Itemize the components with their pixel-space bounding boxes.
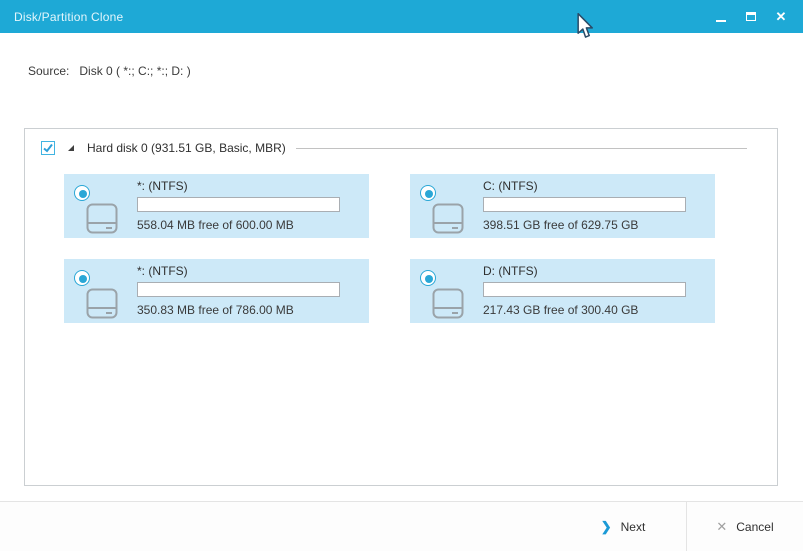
partition-radio[interactable]: [420, 185, 436, 201]
usage-bar: [137, 282, 340, 297]
next-button-label: Next: [621, 520, 646, 534]
close-icon: ✕: [776, 10, 787, 23]
maximize-button[interactable]: [739, 5, 763, 29]
partition-radio[interactable]: [420, 270, 436, 286]
partition-label: D: (NTFS): [483, 264, 538, 278]
free-space-text: 350.83 MB free of 786.00 MB: [137, 303, 294, 317]
footer: ❯ Next ✕ Cancel: [0, 501, 803, 551]
disk-drive-icon: [86, 288, 118, 319]
free-space-text: 217.43 GB free of 300.40 GB: [483, 303, 638, 317]
partition-card[interactable]: *: (NTFS) 350.83 MB free of 786.00 MB: [64, 259, 369, 323]
cancel-x-icon: ✕: [716, 519, 727, 535]
disk-drive-icon: [432, 203, 464, 234]
maximize-icon: [746, 12, 756, 21]
disk-group-label: Hard disk 0 (931.51 GB, Basic, MBR): [87, 141, 286, 155]
disk-drive-icon: [432, 288, 464, 319]
partition-label: *: (NTFS): [137, 264, 188, 278]
partition-card[interactable]: D: (NTFS) 217.43 GB free of 300.40 GB: [410, 259, 715, 323]
minimize-icon: [716, 20, 726, 22]
minimize-button[interactable]: [709, 5, 733, 29]
partition-radio[interactable]: [74, 185, 90, 201]
disk-drive-icon: [86, 203, 118, 234]
usage-bar: [137, 197, 340, 212]
titlebar: Disk/Partition Clone ✕: [0, 0, 803, 33]
partition-card[interactable]: *: (NTFS) 558.04 MB free of 600.00 MB: [64, 174, 369, 238]
partition-cards: *: (NTFS) 558.04 MB free of 600.00 MB C:…: [64, 174, 715, 323]
partition-panel: Hard disk 0 (931.51 GB, Basic, MBR) *: (…: [24, 128, 778, 486]
window-controls: ✕: [709, 5, 793, 29]
source-value: Disk 0 ( *:; C:; *:; D: ): [79, 64, 190, 78]
disk-partition-clone-window: Disk/Partition Clone ✕ Source: Disk 0 ( …: [0, 0, 803, 551]
next-button[interactable]: ❯ Next: [560, 502, 686, 551]
usage-bar: [483, 197, 686, 212]
partition-card[interactable]: C: (NTFS) 398.51 GB free of 629.75 GB: [410, 174, 715, 238]
disk-group-header: Hard disk 0 (931.51 GB, Basic, MBR): [41, 140, 761, 156]
source-row: Source: Disk 0 ( *:; C:; *:; D: ): [28, 64, 191, 78]
cancel-button[interactable]: ✕ Cancel: [686, 502, 803, 551]
free-space-text: 558.04 MB free of 600.00 MB: [137, 218, 294, 232]
free-space-text: 398.51 GB free of 629.75 GB: [483, 218, 638, 232]
usage-bar: [483, 282, 686, 297]
checkmark-icon: [42, 142, 54, 154]
disk-group-checkbox[interactable]: [41, 141, 55, 155]
cancel-button-label: Cancel: [736, 520, 773, 534]
footer-spacer: [0, 502, 560, 551]
expand-triangle-icon[interactable]: [68, 145, 74, 151]
source-label: Source:: [28, 64, 69, 78]
partition-label: *: (NTFS): [137, 179, 188, 193]
header-rule: [296, 148, 747, 149]
close-button[interactable]: ✕: [769, 5, 793, 29]
next-chevron-icon: ❯: [601, 519, 612, 535]
partition-radio[interactable]: [74, 270, 90, 286]
partition-label: C: (NTFS): [483, 179, 538, 193]
window-title: Disk/Partition Clone: [14, 10, 123, 24]
